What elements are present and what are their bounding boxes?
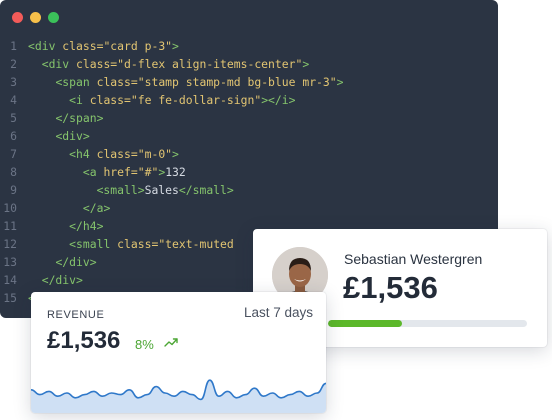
line-number: 5 [10, 111, 17, 125]
code-text: <div> [28, 127, 90, 145]
close-window-button[interactable] [12, 12, 23, 23]
trending-up-icon [164, 338, 178, 347]
code-token: <small> [96, 183, 145, 197]
code-text: </div> [28, 271, 83, 289]
code-text: <small class="text-muted [28, 235, 234, 253]
code-token: > [172, 147, 179, 161]
code-line: 8 <a href="#">132 [0, 163, 498, 181]
code-token: "d-flex align-items-center" [117, 57, 303, 71]
line-number: 4 [10, 93, 17, 107]
line-number: 8 [10, 165, 17, 179]
line-number: 1 [10, 39, 17, 53]
code-token: class= [96, 75, 138, 89]
code-text: <a href="#">132 [28, 163, 186, 181]
line-number: 7 [10, 147, 17, 161]
code-text: </div> [28, 253, 97, 271]
code-token: <div> [55, 129, 90, 143]
code-token: <span [55, 75, 97, 89]
revenue-label: REVENUE [47, 309, 105, 321]
revenue-change-percent: 8% [135, 337, 154, 352]
code-token: <h4 [69, 147, 97, 161]
code-token: href= [103, 165, 138, 179]
progress-bar-fill [328, 320, 402, 327]
code-token: </a> [82, 201, 111, 215]
code-token: "#" [137, 165, 159, 179]
code-token: class= [62, 39, 104, 53]
code-line: 1 <div class="card p-3"> [0, 37, 498, 55]
code-token: "stamp stamp-md bg-blue mr-3" [137, 75, 337, 89]
code-line: 6 <div> [0, 127, 498, 145]
code-text: <div class="card p-3"> [28, 37, 179, 55]
code-token: </span> [55, 111, 104, 125]
date-range-selector[interactable]: Last 7 days [244, 305, 313, 320]
maximize-window-button[interactable] [48, 12, 59, 23]
code-text: </h4> [28, 217, 103, 235]
code-token: <a [82, 165, 104, 179]
code-token: > [172, 39, 179, 53]
code-text: <span class="stamp stamp-md bg-blue mr-3… [28, 73, 343, 91]
code-text: <h4 class="m-0"> [28, 145, 179, 163]
window-controls [12, 12, 59, 23]
code-token: <div [41, 57, 77, 71]
revenue-sparkline [31, 379, 326, 413]
code-text: <div class="d-flex align-items-center"> [28, 55, 309, 73]
code-token: </small> [178, 183, 234, 197]
code-token: <i [69, 93, 90, 107]
code-token: "text-muted [158, 237, 234, 251]
code-token: "fe fe-dollar-sign" [130, 93, 262, 107]
code-token: > [302, 57, 310, 71]
code-token: ></i> [261, 93, 296, 107]
revenue-card: REVENUE Last 7 days £1,536 8% [31, 292, 326, 413]
line-number: 13 [3, 255, 17, 269]
code-token: class= [117, 237, 159, 251]
progress-bar [328, 320, 527, 327]
code-token: class= [76, 57, 118, 71]
code-token: "m-0" [137, 147, 173, 161]
line-number: 3 [10, 75, 17, 89]
code-line: 3 <span class="stamp stamp-md bg-blue mr… [0, 73, 498, 91]
line-number: 14 [3, 273, 17, 287]
code-line: 2 <div class="d-flex align-items-center"… [0, 55, 498, 73]
code-line: 4 <i class="fe fe-dollar-sign"></i> [0, 91, 498, 109]
line-number: 10 [3, 201, 17, 215]
profile-amount: £1,536 [343, 270, 438, 305]
line-number: 9 [10, 183, 17, 197]
code-token: 132 [165, 165, 186, 179]
line-number: 6 [10, 129, 17, 143]
code-text: <i class="fe fe-dollar-sign"></i> [28, 91, 296, 109]
code-line: 9 <small>Sales</small> [0, 181, 498, 199]
code-text: </a> [28, 199, 110, 217]
line-number: 12 [3, 237, 17, 251]
code-token: <small [69, 237, 118, 251]
line-number: 11 [3, 219, 17, 233]
code-line: 10 </a> [0, 199, 498, 217]
code-token: </div> [55, 255, 97, 269]
code-line: 5 </span> [0, 109, 498, 127]
code-token: > [336, 75, 344, 89]
code-text: </span> [28, 109, 103, 127]
code-line: 7 <h4 class="m-0"> [0, 145, 498, 163]
profile-name: Sebastian Westergren [344, 251, 483, 267]
code-token: <div [28, 39, 63, 53]
code-token: Sales [144, 183, 179, 197]
code-token: class= [89, 93, 131, 107]
revenue-amount: £1,536 [47, 327, 121, 354]
line-number: 2 [10, 57, 17, 71]
code-text: <small>Sales</small> [28, 181, 234, 199]
code-token: class= [96, 147, 138, 161]
sparkline-area [31, 380, 326, 413]
line-number: 15 [3, 291, 17, 305]
code-token: </div> [41, 273, 83, 287]
code-token: </h4> [69, 219, 104, 233]
minimize-window-button[interactable] [30, 12, 41, 23]
code-token: "card p-3" [103, 39, 173, 53]
